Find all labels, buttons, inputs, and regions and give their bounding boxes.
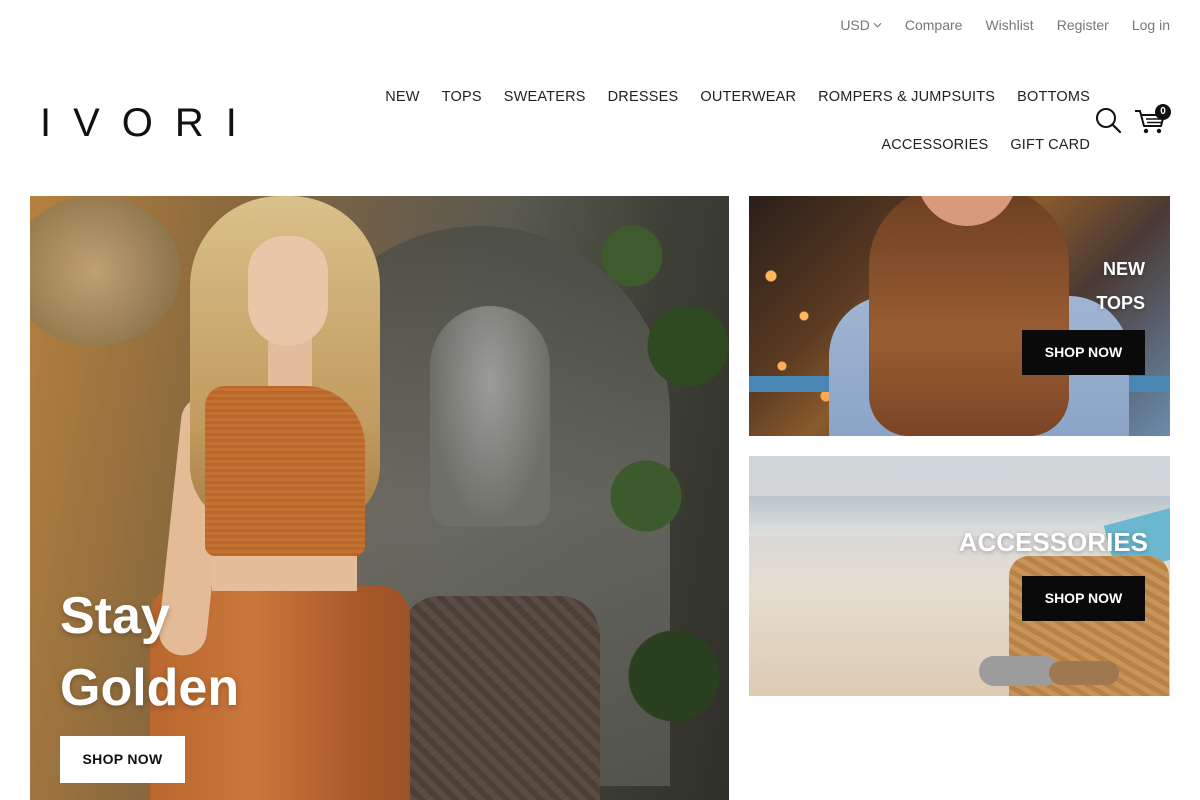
promo-tops-label-line1: NEW [1103,259,1145,279]
hero-image-ivy [590,196,729,796]
nav-item-dresses[interactable]: DRESSES [608,86,679,108]
cart-count-badge: 0 [1155,104,1171,120]
promo-new-tops[interactable]: NEW TOPS SHOP NOW [749,196,1170,436]
nav-item-tops[interactable]: TOPS [442,86,482,108]
currency-label: USD [840,17,870,33]
wishlist-link[interactable]: Wishlist [985,14,1033,36]
hero-image-face [248,236,328,346]
search-icon [1096,108,1122,134]
currency-selector[interactable]: USD [840,14,882,36]
chevron-down-icon [873,22,882,28]
promo-tops-label-line2: TOPS [1096,293,1145,313]
hero-image-chair [400,596,600,800]
promo-accessories-image-sandal [979,656,1059,686]
promo-accessories-shop-now-button[interactable]: SHOP NOW [1022,576,1145,621]
hero-shop-now-button[interactable]: SHOP NOW [60,736,185,783]
nav-item-sweaters[interactable]: SWEATERS [504,86,586,108]
promo-tops-shop-now-button[interactable]: SHOP NOW [1022,330,1145,375]
hero-image-statue [430,306,550,526]
promo-accessories[interactable]: ACCESSORIES SHOP NOW [749,456,1170,696]
utility-bar: USD Compare Wishlist Register Log in [840,14,1170,36]
hero-image-mirror [30,196,180,346]
promo-accessories-label: ACCESSORIES [958,527,1148,557]
hero-headline-line1: Stay [60,587,170,645]
promo-tops-image-hair [869,196,1069,436]
nav-item-outerwear[interactable]: OUTERWEAR [700,86,796,108]
store-logo[interactable]: IVORI [40,100,259,146]
main-navigation: NEW TOPS SWEATERS DRESSES OUTERWEAR ROMP… [300,86,1090,156]
promo-tops-label: NEW TOPS [1096,252,1145,320]
login-link[interactable]: Log in [1132,14,1170,36]
hero-headline: Stay Golden [60,580,239,724]
nav-item-accessories[interactable]: ACCESSORIES [881,134,988,156]
nav-item-new[interactable]: NEW [385,86,419,108]
hero-image-crop-top [205,386,365,556]
search-button[interactable] [1094,106,1122,134]
register-link[interactable]: Register [1057,14,1109,36]
nav-item-rompers-jumpsuits[interactable]: ROMPERS & JUMPSUITS [818,86,995,108]
nav-item-bottoms[interactable]: BOTTOMS [1017,86,1090,108]
nav-item-gift-card[interactable]: GIFT CARD [1010,134,1090,156]
promo-accessories-image-sandal-2 [1049,661,1119,685]
compare-link[interactable]: Compare [905,14,963,36]
hero-banner[interactable]: Stay Golden SHOP NOW [30,196,729,800]
hero-headline-line2: Golden [60,659,240,717]
